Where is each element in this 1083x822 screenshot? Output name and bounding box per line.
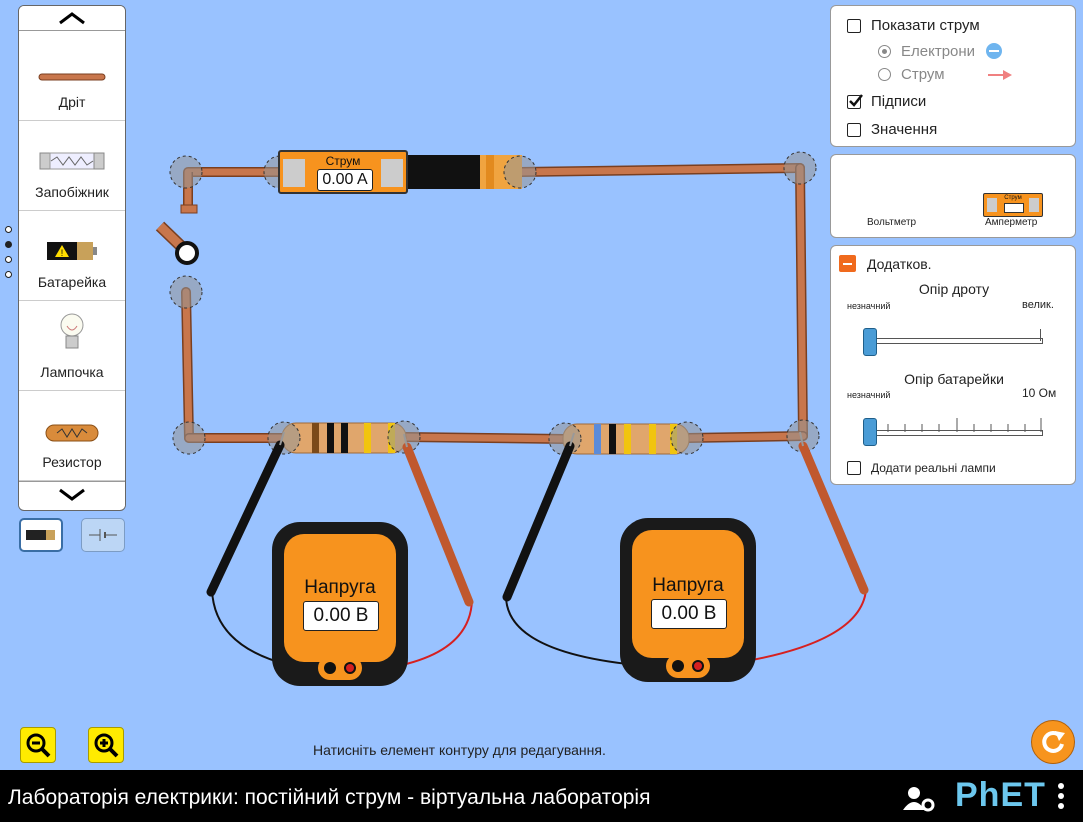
wire-resistance-track[interactable]: [869, 338, 1043, 344]
wire-resistance-tick: [1040, 329, 1041, 341]
resistor-right[interactable]: [562, 423, 690, 455]
show-current-label: Показати струм: [871, 17, 980, 34]
real-bulbs-label: Додати реальні лампи: [871, 461, 996, 475]
view-options-panel: Показати струм Електрони Струм Підписи З…: [830, 5, 1076, 147]
real-bulbs-option[interactable]: Додати реальні лампи: [847, 461, 996, 475]
ammeter-mini-readout: [1004, 203, 1024, 213]
ammeter-mini-label: Струм: [1004, 195, 1022, 201]
labels-option[interactable]: Підписи: [847, 93, 926, 110]
electrons-label: Електрони: [901, 42, 976, 60]
ammeter-title: Струм: [325, 154, 361, 168]
sim-title: Лабораторія електрики: постійний струм -…: [8, 786, 651, 809]
battery-resistance-thumb[interactable]: [863, 418, 877, 446]
probe-red-1[interactable]: [402, 433, 474, 607]
conventional-current-radio[interactable]: [878, 68, 891, 81]
sensor-toolbox-panel: Вольтметр Струм Амперметр: [830, 154, 1076, 238]
edit-hint: Натисніть елемент контуру для редагуванн…: [313, 742, 606, 758]
zoom-in-button[interactable]: [88, 727, 124, 763]
zoom-out-icon: [26, 733, 51, 758]
probe-black-2[interactable]: [502, 432, 575, 602]
battery-resistance-max: 10 Ом: [1022, 386, 1057, 400]
voltmeter-2[interactable]: Напруга 0.00 В: [620, 518, 756, 682]
voltmeter-title: Напруга: [652, 575, 724, 596]
vertex-markers[interactable]: [169, 151, 820, 456]
voltmeter-jacks: [666, 654, 710, 678]
user-settings-icon[interactable]: [902, 786, 936, 812]
advanced-panel: Додатков. Опір дроту незначний велик. Оп…: [830, 245, 1076, 485]
values-option[interactable]: Значення: [847, 121, 937, 138]
show-current-option[interactable]: Показати струм: [847, 17, 980, 34]
conventional-current-label: Струм: [901, 66, 945, 83]
values-label: Значення: [871, 121, 938, 138]
labels-checkbox[interactable]: [847, 93, 863, 109]
wire-resistance-max: велик.: [1022, 299, 1054, 311]
menu-kebab-icon[interactable]: [1056, 782, 1066, 812]
wire-segments: [181, 163, 808, 444]
ammeter-tool[interactable]: Струм: [983, 193, 1043, 217]
voltmeter-readout: 0.00 В: [303, 601, 379, 631]
show-current-checkbox[interactable]: [847, 18, 861, 33]
reset-all-button[interactable]: [1031, 720, 1075, 764]
values-checkbox[interactable]: [847, 122, 861, 137]
battery-resistance-min: незначний: [847, 390, 891, 400]
conventional-current-option[interactable]: Струм: [878, 66, 1013, 83]
wire-resistance-min: незначний: [847, 301, 891, 311]
advanced-title: Додатков.: [867, 255, 932, 272]
wire-resistance-thumb[interactable]: [863, 328, 877, 356]
battery-resistance-title: Опір батарейки: [904, 371, 1004, 387]
ammeter-readout: 0.00 A: [317, 169, 373, 191]
zoom-out-button[interactable]: [20, 727, 56, 763]
voltmeter-readout: 0.00 В: [651, 599, 727, 629]
labels-label: Підписи: [871, 93, 927, 110]
electrons-option[interactable]: Електрони: [878, 42, 1003, 60]
real-bulbs-checkbox[interactable]: [847, 461, 861, 475]
ammeter-device[interactable]: Струм 0.00 A: [278, 150, 408, 194]
navigation-bar: Лабораторія електрики: постійний струм -…: [0, 770, 1083, 822]
zoom-in-icon: [94, 733, 119, 758]
electron-icon: [986, 43, 1003, 59]
voltmeter-jacks: [318, 656, 362, 680]
advanced-header[interactable]: Додатков.: [839, 255, 932, 272]
checkmark-icon: [849, 93, 863, 107]
voltmeter-1[interactable]: Напруга 0.00 В: [272, 522, 408, 686]
voltmeter-tool[interactable]: Вольтметр: [867, 217, 916, 228]
phet-logo[interactable]: PhET: [955, 776, 1046, 815]
ammeter-tool-label: Амперметр: [985, 217, 1038, 228]
collapse-icon[interactable]: [839, 255, 856, 272]
arrow-right-icon: [987, 69, 1012, 80]
electrons-radio[interactable]: [878, 44, 891, 58]
voltmeter-title: Напруга: [304, 577, 376, 598]
wire-resistance-title: Опір дроту: [918, 281, 990, 297]
resistor-left[interactable]: [281, 422, 407, 454]
reset-icon: [1042, 730, 1065, 753]
